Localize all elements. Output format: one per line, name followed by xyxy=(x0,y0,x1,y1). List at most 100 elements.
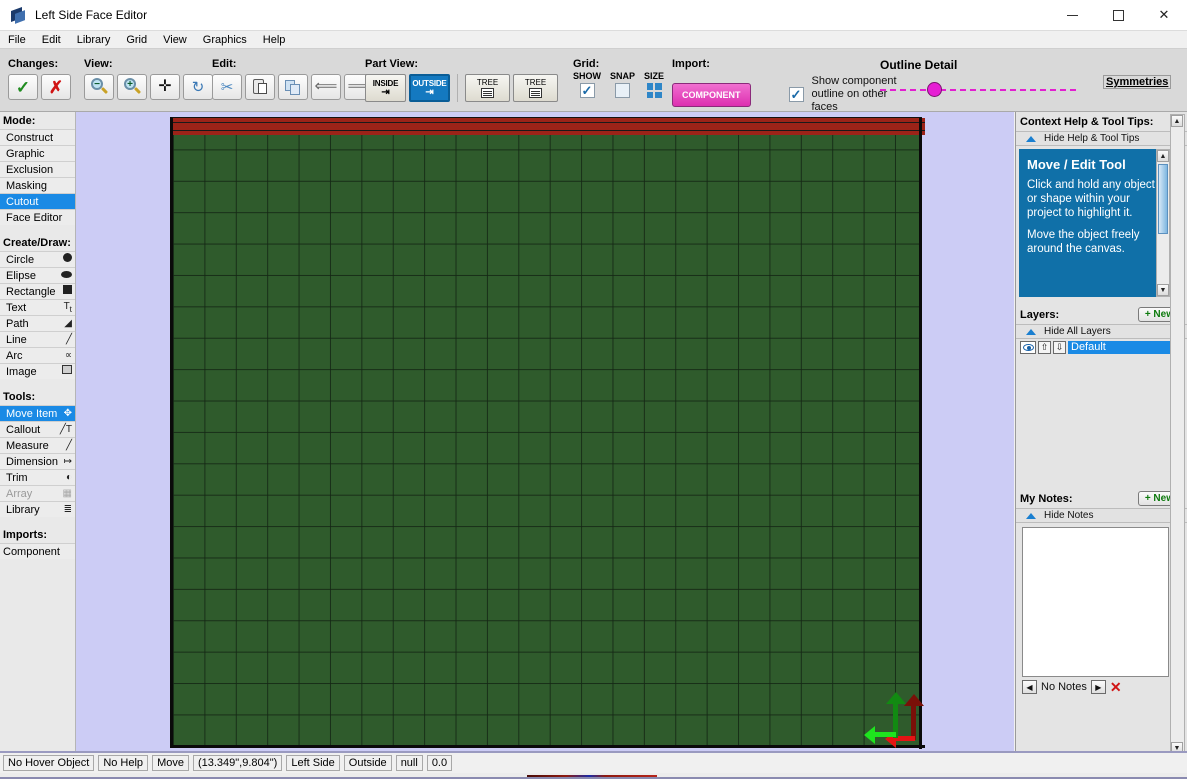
draw-item-arc[interactable]: Arc ∝ xyxy=(0,347,75,363)
undo-button[interactable]: ⟸ xyxy=(311,74,341,100)
outline-detail-slider[interactable] xyxy=(880,82,1076,97)
mode-item-cutout[interactable]: Cutout xyxy=(0,193,75,209)
mode-item-masking[interactable]: Masking xyxy=(0,177,75,193)
maximize-button[interactable] xyxy=(1095,0,1141,31)
draw-item-text[interactable]: Text Tt xyxy=(0,299,75,315)
hide-help-toggle[interactable]: Hide Help & Tool Tips xyxy=(1016,131,1187,146)
measure-icon: ╱ xyxy=(65,439,72,451)
menu-grid[interactable]: Grid xyxy=(118,31,155,49)
notes-navigation: ◀ No Notes ▶ ✕ xyxy=(1022,680,1169,694)
notes-status-label: No Notes xyxy=(1041,681,1087,693)
delete-note-icon[interactable]: ✕ xyxy=(1110,680,1122,694)
canvas-area[interactable] xyxy=(76,112,1014,753)
scroll-down-icon[interactable]: ▼ xyxy=(1157,284,1169,296)
symmetries-link[interactable]: Symmetries xyxy=(1103,75,1172,89)
tool-item-move[interactable]: Move Item ✥ xyxy=(0,405,75,421)
callout-icon: ╱T xyxy=(59,423,72,435)
draw-item-line[interactable]: Line ╱ xyxy=(0,331,75,347)
tool-item-array[interactable]: Array ▦ xyxy=(0,485,75,501)
scrollbar-thumb[interactable] xyxy=(1158,164,1168,234)
move-icon: ✥ xyxy=(63,407,72,419)
import-component-button[interactable]: COMPONENT xyxy=(672,82,751,107)
part-view-inside-button[interactable]: INSIDE ⇥ xyxy=(365,74,406,102)
draw-item-circle[interactable]: Circle xyxy=(0,251,75,267)
part-view-outside-button[interactable]: OUTSIDE ⇥ xyxy=(409,74,450,102)
outline-detail-label: Outline Detail xyxy=(880,58,958,72)
scroll-up-icon[interactable]: ▲ xyxy=(1157,150,1169,162)
layer-move-up-icon[interactable]: ⇧ xyxy=(1038,341,1051,354)
mode-item-face-editor[interactable]: Face Editor xyxy=(0,209,75,225)
draw-item-rectangle[interactable]: Rectangle xyxy=(0,283,75,299)
mode-item-exclusion[interactable]: Exclusion xyxy=(0,161,75,177)
cut-button[interactable]: ✂ xyxy=(212,74,242,100)
draw-item-image[interactable]: Image xyxy=(0,363,75,379)
hide-notes-toggle[interactable]: Hide Notes xyxy=(1016,508,1187,523)
face-drawing-surface[interactable] xyxy=(170,117,925,749)
tool-item-dimension[interactable]: Dimension ↦ xyxy=(0,453,75,469)
menu-edit[interactable]: Edit xyxy=(34,31,69,49)
grid-size-control[interactable]: SIZE xyxy=(644,71,664,98)
right-panel-scrollbar[interactable]: ▲ ▼ xyxy=(1170,114,1185,755)
grid-show-control[interactable]: SHOW ✓ xyxy=(573,71,601,98)
notes-textarea[interactable] xyxy=(1022,527,1169,677)
layer-name-label[interactable]: Default xyxy=(1068,341,1185,354)
menu-view[interactable]: View xyxy=(155,31,195,49)
slider-knob[interactable] xyxy=(927,82,942,97)
draw-label: Path xyxy=(6,317,29,330)
grid-snap-control[interactable]: SNAP xyxy=(610,71,635,98)
menu-help[interactable]: Help xyxy=(255,31,294,49)
tool-item-measure[interactable]: Measure ╱ xyxy=(0,437,75,453)
reject-changes-button[interactable]: ✗ xyxy=(41,74,71,100)
status-hover-object: No Hover Object xyxy=(3,755,95,771)
paste-icon xyxy=(252,79,268,95)
draw-label: Elipse xyxy=(6,269,36,282)
zoom-out-button[interactable]: − xyxy=(84,74,114,100)
tree-view-button-2[interactable]: TREE xyxy=(513,74,558,102)
mode-item-construct[interactable]: Construct xyxy=(0,129,75,145)
top-edge-band xyxy=(173,118,925,135)
show-outline-checkbox[interactable]: ✓ xyxy=(788,87,804,102)
grid-size-icon[interactable] xyxy=(646,83,662,98)
part-view-label: Part View: xyxy=(365,58,418,70)
zoom-in-button[interactable]: + xyxy=(117,74,147,100)
hide-layers-toggle[interactable]: Hide All Layers xyxy=(1016,324,1187,339)
layer-visibility-icon[interactable] xyxy=(1020,341,1036,354)
accept-changes-button[interactable]: ✓ xyxy=(8,74,38,100)
cross-icon: ✗ xyxy=(48,77,64,97)
tool-item-trim[interactable]: Trim ◐ xyxy=(0,469,75,485)
menu-graphics[interactable]: Graphics xyxy=(195,31,255,49)
image-icon xyxy=(62,364,72,380)
draw-item-path[interactable]: Path ◢ xyxy=(0,315,75,331)
imports-heading: Imports: xyxy=(3,529,47,541)
mode-label: Exclusion xyxy=(6,163,54,176)
close-button[interactable]: ✕ xyxy=(1141,0,1187,31)
tool-item-callout[interactable]: Callout ╱T xyxy=(0,421,75,437)
refresh-button[interactable]: ↻ xyxy=(183,74,213,100)
scroll-up-icon[interactable]: ▲ xyxy=(1171,115,1183,127)
draw-item-elipse[interactable]: Elipse xyxy=(0,267,75,283)
layer-move-down-icon[interactable]: ⇩ xyxy=(1053,341,1066,354)
menu-library[interactable]: Library xyxy=(69,31,119,49)
menu-file[interactable]: File xyxy=(0,31,34,49)
grid-label: Grid: xyxy=(573,58,600,70)
paper-bottom-edge xyxy=(173,745,925,748)
left-sidebar: Mode: Construct Graphic Exclusion Maskin… xyxy=(0,112,76,757)
grid-size-label: SIZE xyxy=(644,71,665,81)
grid-snap-checkbox[interactable] xyxy=(615,83,630,98)
notes-prev-button[interactable]: ◀ xyxy=(1022,680,1037,694)
grid-show-checkbox[interactable]: ✓ xyxy=(579,83,595,98)
mode-item-graphic[interactable]: Graphic xyxy=(0,145,75,161)
pan-button[interactable]: ✛ xyxy=(150,74,180,100)
tool-item-library[interactable]: Library ≣ xyxy=(0,501,75,517)
imports-item-component[interactable]: Component xyxy=(0,543,75,559)
tree-view-button-1[interactable]: TREE xyxy=(465,74,510,102)
help-scrollbar[interactable]: ▲ ▼ xyxy=(1156,149,1170,297)
notes-next-button[interactable]: ▶ xyxy=(1090,680,1106,694)
status-value-field: 0.0 xyxy=(426,755,453,771)
copy-button[interactable] xyxy=(278,74,308,100)
layer-row[interactable]: ⇧ ⇩ Default xyxy=(1016,339,1187,354)
scissors-icon: ✂ xyxy=(220,78,234,96)
minimize-button[interactable] xyxy=(1049,0,1095,31)
mode-label: Masking xyxy=(6,179,47,192)
paste-button[interactable] xyxy=(245,74,275,100)
